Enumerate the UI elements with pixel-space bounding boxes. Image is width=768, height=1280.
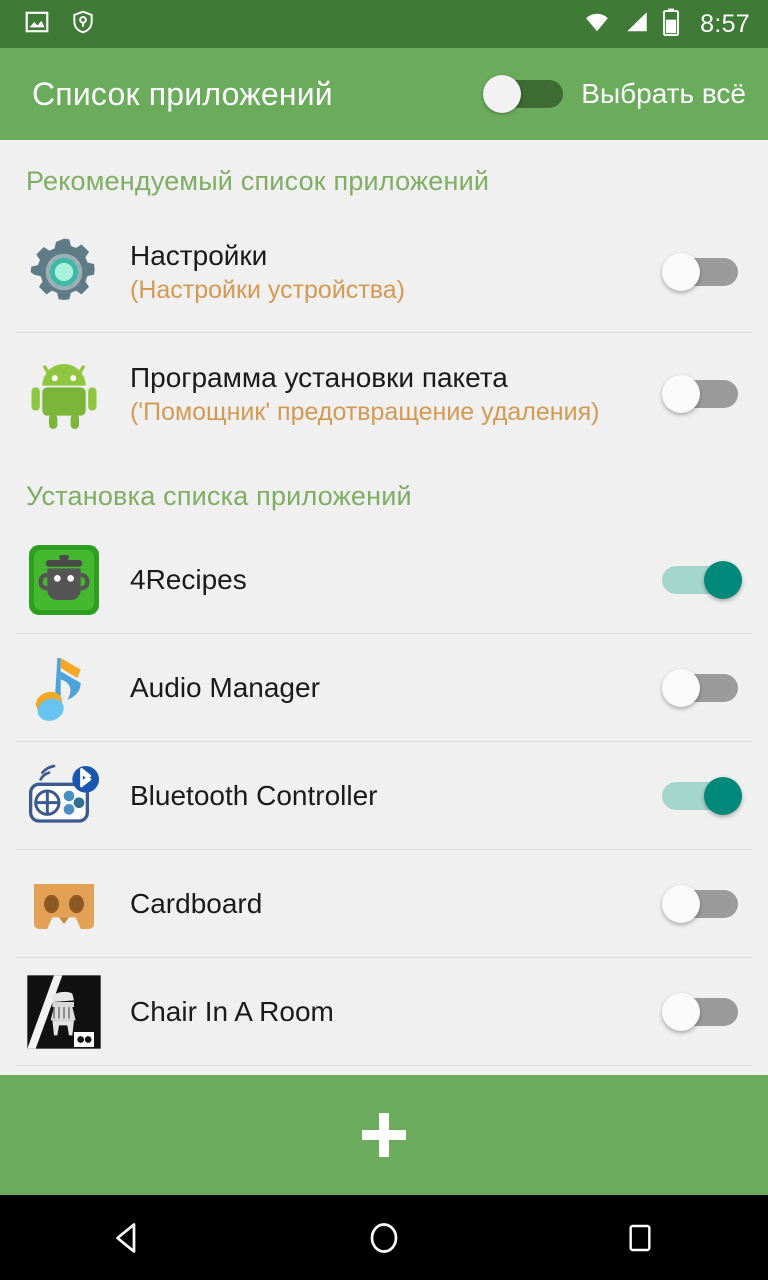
- cooking-pot-icon: [24, 540, 104, 620]
- select-all-toggle[interactable]: [483, 77, 563, 111]
- cellular-signal-icon: [624, 9, 650, 40]
- status-bar: 8:57: [0, 0, 768, 48]
- android-robot-icon: [24, 354, 104, 434]
- recents-icon[interactable]: [580, 1195, 700, 1280]
- settings-gear-icon: [24, 232, 104, 312]
- app-bar: Список приложений Выбрать всё: [0, 48, 768, 140]
- list-item[interactable]: 4Recipes: [0, 526, 768, 634]
- android-navigation-bar: [0, 1195, 768, 1280]
- cardboard-vr-icon: [24, 864, 104, 944]
- list-item[interactable]: Cardboard: [0, 850, 768, 958]
- status-bar-clock: 8:57: [700, 10, 750, 39]
- plus-icon[interactable]: [362, 1113, 406, 1157]
- app-toggle-thumb: [704, 561, 742, 599]
- list-item-texts: Chair In A Room: [130, 996, 334, 1028]
- list-item-title: 4Recipes: [130, 564, 247, 596]
- list-item-texts: Audio Manager: [130, 672, 320, 704]
- list-item-texts: Bluetooth Controller: [130, 780, 377, 812]
- list-item-texts: 4Recipes: [130, 564, 247, 596]
- section-header-recommended: Рекомендуемый список приложений: [0, 140, 768, 211]
- chair-photo-icon: [24, 972, 104, 1052]
- add-app-bar[interactable]: [0, 1075, 768, 1195]
- image-icon: [24, 9, 50, 40]
- app-screen: 8:57 Список приложений Выбрать всё Реком…: [0, 0, 768, 1280]
- home-icon[interactable]: [324, 1195, 444, 1280]
- list-item-title: Cardboard: [130, 888, 262, 920]
- app-toggle-settings[interactable]: [662, 253, 742, 291]
- select-all-control[interactable]: Выбрать всё: [483, 77, 746, 111]
- list-item-title: Настройки: [130, 240, 405, 272]
- list-item[interactable]: [0, 1066, 768, 1075]
- status-bar-left-icons: [24, 9, 96, 40]
- list-item[interactable]: Настройки (Настройки устройства): [0, 211, 768, 333]
- list-item-title: Bluetooth Controller: [130, 780, 377, 812]
- battery-icon: [662, 8, 680, 41]
- app-toggle-thumb: [662, 993, 700, 1031]
- app-toggle-4recipes[interactable]: [662, 561, 742, 599]
- list-item-title: Chair In A Room: [130, 996, 334, 1028]
- list-item-texts: Настройки (Настройки устройства): [130, 240, 405, 305]
- app-toggle-bluetooth-controller[interactable]: [662, 777, 742, 815]
- list-item[interactable]: Audio Manager: [0, 634, 768, 742]
- app-toggle-thumb: [662, 375, 700, 413]
- select-all-label: Выбрать всё: [581, 78, 746, 110]
- wifi-icon: [582, 9, 612, 40]
- list-item[interactable]: Bluetooth Controller: [0, 742, 768, 850]
- list-item-title: Audio Manager: [130, 672, 320, 704]
- page-title: Список приложений: [32, 76, 333, 113]
- app-toggle-audio-manager[interactable]: [662, 669, 742, 707]
- gamepad-bluetooth-icon: [24, 756, 104, 836]
- list-item-texts: Программа установки пакета ('Помощник' п…: [130, 362, 599, 427]
- list-item-texts: Cardboard: [130, 888, 262, 920]
- app-toggle-thumb: [704, 777, 742, 815]
- section-header-installed: Установка списка приложений: [0, 455, 768, 526]
- back-icon[interactable]: [68, 1195, 188, 1280]
- list-item-subtitle: (Настройки устройства): [130, 276, 405, 305]
- app-toggle-thumb: [662, 669, 700, 707]
- list-item-subtitle: ('Помощник' предотвращение удаления): [130, 398, 599, 427]
- app-toggle-package-installer[interactable]: [662, 375, 742, 413]
- list-item[interactable]: Программа установки пакета ('Помощник' п…: [0, 333, 768, 455]
- app-toggle-cardboard[interactable]: [662, 885, 742, 923]
- list-item-title: Программа установки пакета: [130, 362, 599, 394]
- status-bar-right-icons: 8:57: [582, 8, 750, 41]
- app-list-scroll-area[interactable]: Рекомендуемый список приложений Настройк…: [0, 140, 768, 1075]
- app-toggle-thumb: [662, 885, 700, 923]
- app-toggle-thumb: [662, 253, 700, 291]
- list-item[interactable]: Chair In A Room: [0, 958, 768, 1066]
- shield-icon: [70, 9, 96, 40]
- app-toggle-chair-in-a-room[interactable]: [662, 993, 742, 1031]
- music-note-icon: [24, 648, 104, 728]
